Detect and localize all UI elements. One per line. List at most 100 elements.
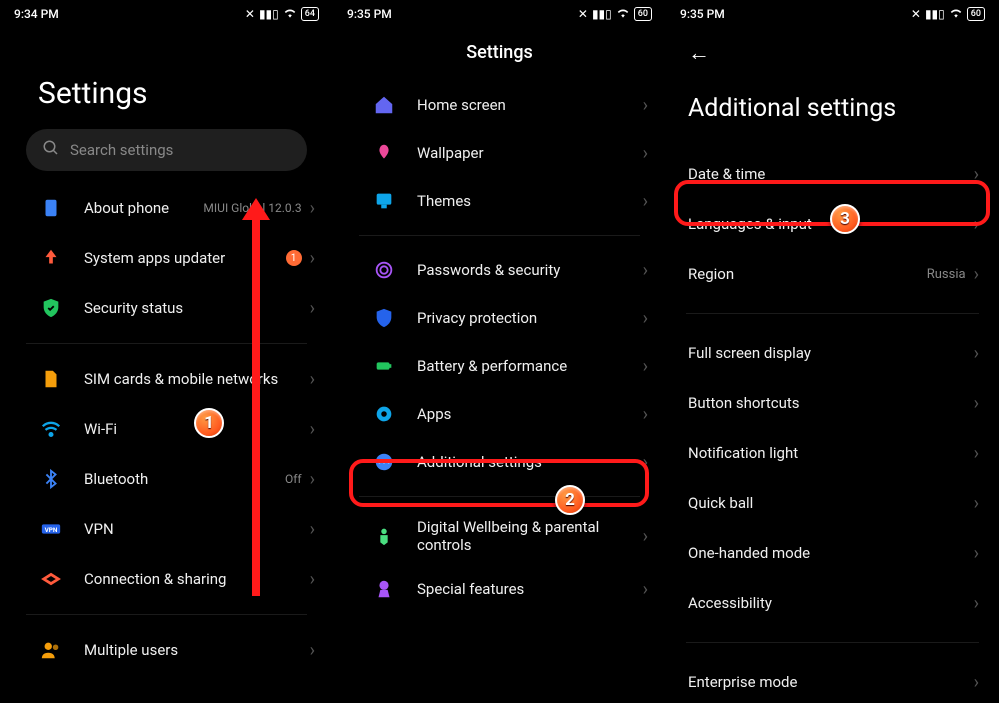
wifi-icon	[283, 6, 297, 23]
page-title: Settings	[0, 28, 333, 129]
battery-icon	[371, 353, 397, 379]
chevron-icon: ›	[974, 264, 979, 285]
chevron-icon: ›	[643, 526, 648, 547]
share-icon	[38, 566, 64, 592]
row-home-screen[interactable]: Home screen ›	[333, 81, 666, 129]
row-battery[interactable]: Battery & performance ›	[333, 342, 666, 390]
svg-text:VPN: VPN	[45, 526, 58, 534]
row-one-handed[interactable]: One-handed mode ›	[666, 528, 999, 578]
chevron-icon: ›	[643, 356, 648, 377]
row-wifi[interactable]: Wi-Fi ›	[0, 404, 333, 454]
update-icon	[38, 245, 64, 271]
row-label: Privacy protection	[417, 309, 643, 327]
row-additional-settings[interactable]: Additional settings ›	[333, 438, 666, 486]
row-label: SIM cards & mobile networks	[84, 370, 310, 388]
row-digital-wellbeing[interactable]: Digital Wellbeing & parental controls ›	[333, 507, 666, 565]
chevron-icon: ›	[310, 248, 315, 269]
chevron-icon: ›	[643, 260, 648, 281]
row-label: Bluetooth	[84, 470, 285, 488]
row-notification-light[interactable]: Notification light ›	[666, 428, 999, 478]
chevron-icon: ›	[310, 640, 315, 661]
chevron-icon: ›	[310, 569, 315, 590]
row-extra: MIUI Global 12.0.3	[203, 201, 301, 215]
row-label: Quick ball	[688, 494, 974, 512]
row-connection-sharing[interactable]: Connection & sharing ›	[0, 554, 333, 604]
screen-settings-main: 9:34 PM ✕ ▮▮▯ 64 Settings Search setting…	[0, 0, 333, 703]
row-apps[interactable]: Apps ›	[333, 390, 666, 438]
divider	[359, 496, 640, 497]
row-languages-input[interactable]: Languages & input ›	[666, 199, 999, 249]
row-full-screen[interactable]: Full screen display ›	[666, 328, 999, 378]
row-passwords-security[interactable]: Passwords & security ›	[333, 246, 666, 294]
row-label: Battery & performance	[417, 357, 643, 375]
fingerprint-icon	[371, 257, 397, 283]
status-time: 9:35 PM	[680, 7, 725, 21]
divider	[686, 642, 979, 643]
chevron-icon: ›	[974, 214, 979, 235]
row-multiple-users[interactable]: Multiple users ›	[0, 625, 333, 675]
screen-settings-list: 9:35 PM ✕ ▮▮▯ 60 Settings Home screen › …	[333, 0, 666, 703]
row-label: Region	[688, 265, 927, 283]
row-label: Button shortcuts	[688, 394, 974, 412]
row-wallpaper[interactable]: Wallpaper ›	[333, 129, 666, 177]
row-label: Additional settings	[417, 453, 643, 471]
row-bluetooth[interactable]: Bluetooth Off ›	[0, 454, 333, 504]
battery-icon: 64	[301, 7, 319, 21]
row-enterprise-mode[interactable]: Enterprise mode ›	[666, 657, 999, 703]
themes-icon	[371, 188, 397, 214]
chevron-icon: ›	[310, 469, 315, 490]
signal-icon: ▮▮▯	[592, 7, 612, 21]
chevron-icon: ›	[974, 672, 979, 693]
row-themes[interactable]: Themes ›	[333, 177, 666, 225]
dnd-icon: ✕	[245, 7, 255, 21]
row-label: Themes	[417, 192, 643, 210]
home-icon	[371, 92, 397, 118]
status-icons: ✕ ▮▮▯ 60	[911, 6, 985, 23]
row-label: Multiple users	[84, 641, 310, 659]
chevron-icon: ›	[643, 95, 648, 116]
screen-additional-settings: 9:35 PM ✕ ▮▮▯ 60 ← Additional settings D…	[666, 0, 999, 703]
row-label: VPN	[84, 520, 310, 538]
status-icons: ✕ ▮▮▯ 64	[245, 6, 319, 23]
wifi-icon	[616, 6, 630, 23]
row-quick-ball[interactable]: Quick ball ›	[666, 478, 999, 528]
row-about-phone[interactable]: About phone MIUI Global 12.0.3 ›	[0, 183, 333, 233]
row-label: System apps updater	[84, 249, 286, 267]
users-icon	[38, 637, 64, 663]
badge: 1	[286, 250, 302, 266]
row-label: Connection & sharing	[84, 570, 310, 588]
row-region[interactable]: Region Russia ›	[666, 249, 999, 299]
row-label: Accessibility	[688, 594, 974, 612]
page-title: Settings	[333, 28, 666, 81]
row-sim-networks[interactable]: SIM cards & mobile networks ›	[0, 354, 333, 404]
row-label: Full screen display	[688, 344, 974, 362]
wifi-icon	[38, 416, 64, 442]
chevron-icon: ›	[974, 493, 979, 514]
sim-icon	[38, 366, 64, 392]
chevron-icon: ›	[310, 198, 315, 219]
row-label: Passwords & security	[417, 261, 643, 279]
row-label: About phone	[84, 199, 203, 217]
more-icon	[371, 449, 397, 475]
divider	[686, 313, 979, 314]
search-input[interactable]: Search settings	[26, 129, 307, 171]
row-privacy[interactable]: Privacy protection ›	[333, 294, 666, 342]
search-placeholder: Search settings	[70, 141, 173, 159]
row-button-shortcuts[interactable]: Button shortcuts ›	[666, 378, 999, 428]
divider	[26, 343, 307, 344]
row-accessibility[interactable]: Accessibility ›	[666, 578, 999, 628]
chevron-icon: ›	[643, 579, 648, 600]
status-bar: 9:35 PM ✕ ▮▮▯ 60	[666, 0, 999, 28]
row-security-status[interactable]: Security status ›	[0, 283, 333, 333]
row-label: Security status	[84, 299, 310, 317]
row-special-features[interactable]: Special features ›	[333, 565, 666, 613]
chevron-icon: ›	[310, 419, 315, 440]
signal-icon: ▮▮▯	[925, 7, 945, 21]
divider	[359, 235, 640, 236]
row-vpn[interactable]: VPN VPN ›	[0, 504, 333, 554]
row-date-time[interactable]: Date & time ›	[666, 149, 999, 199]
back-button[interactable]: ←	[666, 28, 999, 74]
privacy-shield-icon	[371, 305, 397, 331]
chevron-icon: ›	[974, 543, 979, 564]
row-system-updater[interactable]: System apps updater 1 ›	[0, 233, 333, 283]
